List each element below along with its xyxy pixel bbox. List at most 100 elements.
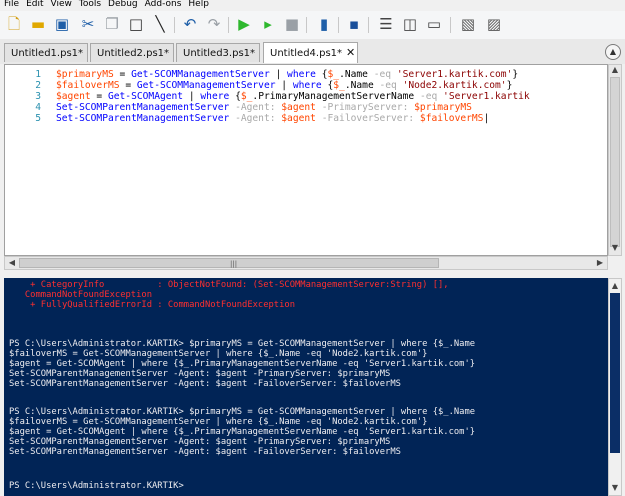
- code-token: |: [483, 113, 490, 124]
- tab-label: Untitled2.ps1*: [97, 48, 170, 59]
- show-command-addon-icon[interactable]: ▨: [484, 14, 504, 34]
- code-token: $_: [327, 69, 340, 80]
- scrollbar-thumb[interactable]: |||: [19, 258, 439, 268]
- code-token: -eq: [373, 69, 392, 80]
- tab-untitled1[interactable]: Untitled1.ps1*: [4, 43, 88, 62]
- tab-untitled3[interactable]: Untitled3.ps1*: [176, 43, 260, 62]
- code-token: .Name: [344, 80, 380, 91]
- code-text: Set-SCOMParentManagementServer -Agent: $…: [56, 113, 489, 124]
- script-tabs: Untitled1.ps1* Untitled2.ps1* Untitled3.…: [0, 39, 625, 64]
- code-text: $failoverMS = Get-SCOMManagementServer |…: [56, 80, 512, 91]
- console-line: $failoverMS = Get-SCOMManagementServer |…: [9, 349, 428, 359]
- show-script-pane-right-icon[interactable]: ◫: [400, 14, 420, 34]
- tab-untitled2[interactable]: Untitled2.ps1*: [90, 43, 174, 62]
- console-line: CommandNotFoundException: [9, 290, 152, 300]
- code-token: 'Server1.kartik.com': [396, 69, 513, 80]
- script-editor[interactable]: 1 $primaryMS = Get-SCOMManagementServer |…: [4, 64, 608, 256]
- chevron-up-icon[interactable]: ▲: [609, 279, 621, 293]
- show-script-pane-maximized-icon[interactable]: ▭: [424, 14, 444, 34]
- code-token: $failoverMS: [56, 80, 120, 91]
- code-token: |: [183, 91, 201, 102]
- console-pane[interactable]: + CategoryInfo : ObjectNotFound: (Set-SC…: [4, 278, 608, 496]
- chevron-up-icon[interactable]: ▲: [605, 44, 621, 60]
- editor-vertical-scrollbar[interactable]: ▲ ▼: [608, 64, 622, 256]
- menu-edit[interactable]: Edit: [23, 0, 46, 9]
- show-command-window-icon[interactable]: ▧: [458, 14, 478, 34]
- code-token: -FailoverServer:: [321, 113, 415, 124]
- editor-horizontal-scrollbar[interactable]: ◀ ||| ▶: [4, 256, 608, 270]
- code-token: where: [287, 69, 316, 80]
- console-line: + FullyQualifiedErrorId : CommandNotFoun…: [9, 300, 295, 310]
- chevron-up-icon[interactable]: ▲: [609, 63, 621, 77]
- menu-view[interactable]: View: [48, 0, 75, 9]
- paste-icon[interactable]: □: [126, 14, 146, 34]
- line-number: 5: [35, 113, 41, 124]
- code-token: }: [506, 80, 513, 91]
- tab-label: Untitled4.ps1*: [270, 48, 343, 59]
- redo-icon[interactable]: ↷: [204, 14, 224, 34]
- show-script-pane-top-icon[interactable]: ☰: [376, 14, 396, 34]
- console-line: Set-SCOMParentManagementServer -Agent: $…: [9, 437, 391, 447]
- console-line: Set-SCOMParentManagementServer -Agent: $…: [9, 447, 401, 457]
- tab-untitled4[interactable]: Untitled4.ps1* ✕: [263, 42, 358, 63]
- menu-addons[interactable]: Add-ons: [142, 0, 185, 9]
- start-powershell-icon[interactable]: ▪: [344, 14, 364, 34]
- close-icon[interactable]: ✕: [346, 46, 355, 59]
- code-token: |: [269, 69, 288, 80]
- code-token: 'Node2.kartik.com': [402, 80, 507, 91]
- console-line: Set-SCOMParentManagementServer -Agent: $…: [9, 379, 401, 389]
- code-token: -PrimaryServer:: [321, 102, 409, 113]
- line-number: 3: [35, 91, 41, 102]
- cut-icon[interactable]: ✂: [78, 14, 98, 34]
- remote-powershell-icon[interactable]: ▮: [314, 14, 334, 34]
- code-token: $_: [333, 80, 345, 91]
- chevron-down-icon[interactable]: ▼: [609, 241, 621, 255]
- code-token: {: [315, 69, 328, 80]
- code-token: $agent: [56, 91, 91, 102]
- code-token: {: [321, 80, 334, 91]
- run-script-icon[interactable]: ▶: [234, 14, 254, 34]
- code-token: $agent: [281, 102, 316, 113]
- code-token: =: [113, 69, 132, 80]
- console-vertical-scrollbar[interactable]: ▲ ▼: [608, 278, 622, 496]
- code-token: $failoverMS: [419, 113, 484, 124]
- code-token: $agent: [281, 113, 316, 124]
- chevron-down-icon[interactable]: ▼: [609, 481, 621, 495]
- save-icon[interactable]: ▣: [52, 14, 72, 34]
- scrollbar-thumb[interactable]: [610, 77, 620, 247]
- line-number: 1: [35, 69, 41, 80]
- console-line: PS C:\Users\Administrator.KARTIK> $prima…: [9, 339, 476, 349]
- code-token: .PrimaryManagementServerName: [252, 91, 420, 102]
- code-token: Set-SCOMParentManagementServer: [56, 102, 230, 113]
- code-token: $primaryMS: [56, 69, 114, 80]
- line-number: 4: [35, 102, 41, 113]
- stop-icon[interactable]: ■: [282, 14, 302, 34]
- new-file-icon[interactable]: 🗋: [4, 14, 24, 34]
- console-line: $agent = Get-SCOMAgent | where {$_.Prima…: [9, 427, 476, 437]
- code-text: $agent = Get-SCOMAgent | where {$_.Prima…: [56, 91, 530, 102]
- code-token: }: [512, 69, 519, 80]
- open-folder-icon[interactable]: ▬: [28, 14, 48, 34]
- copy-icon[interactable]: ❐: [102, 14, 122, 34]
- code-token: -eq: [379, 80, 397, 91]
- code-text: $primaryMS = Get-SCOMManagementServer | …: [56, 69, 518, 80]
- chevron-right-icon[interactable]: ▶: [593, 257, 607, 269]
- menu-help[interactable]: Help: [185, 0, 212, 9]
- pane-splitter[interactable]: [0, 270, 625, 278]
- code-token: |: [275, 80, 293, 91]
- menu-debug[interactable]: Debug: [105, 0, 141, 9]
- code-token: -eq: [419, 91, 438, 102]
- console-line: Set-SCOMParentManagementServer -Agent: $…: [9, 369, 391, 379]
- code-token: $primaryMS: [414, 102, 472, 113]
- menu-tools[interactable]: Tools: [76, 0, 104, 9]
- undo-icon[interactable]: ↶: [180, 14, 200, 34]
- code-token: Get-SCOMAgent: [107, 91, 184, 102]
- menu-file[interactable]: File: [1, 0, 22, 9]
- scrollbar-thumb[interactable]: [610, 293, 620, 453]
- clear-console-icon[interactable]: ╲: [150, 14, 170, 34]
- line-number: 2: [35, 80, 41, 91]
- console-line: $agent = Get-SCOMAgent | where {$_.Prima…: [9, 359, 476, 369]
- console-line: PS C:\Users\Administrator.KARTIK> $prima…: [9, 407, 476, 417]
- run-selection-icon[interactable]: ▸: [258, 14, 278, 34]
- chevron-left-icon[interactable]: ◀: [5, 257, 19, 269]
